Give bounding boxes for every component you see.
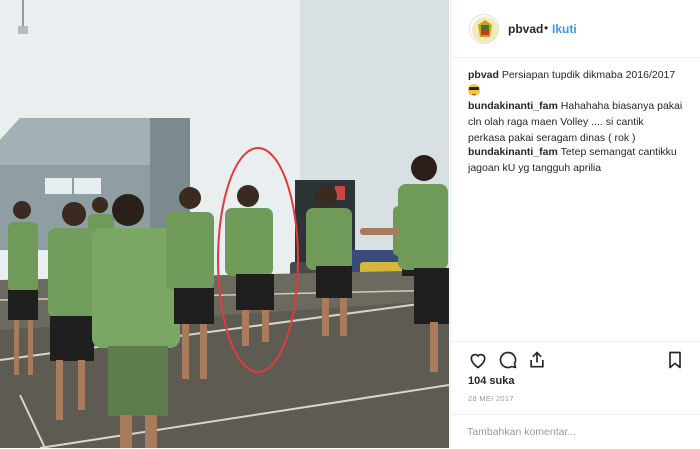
comment-username[interactable]: bundakinanti_fam <box>468 100 558 112</box>
post-username[interactable]: pbvad <box>508 22 543 36</box>
emblem-icon[interactable] <box>469 14 499 44</box>
comment-item: bundakinanti_fam Tetep semangat cantikku… <box>468 144 683 176</box>
heart-icon[interactable] <box>468 350 488 370</box>
post-photo[interactable] <box>0 0 449 448</box>
comment-text: Persiapan tupdik dikmaba 2016/2017 <box>501 69 676 81</box>
post-date[interactable]: 28 MEI 2017 <box>468 394 514 403</box>
separator-dot: • <box>544 21 549 35</box>
sunglasses-emoji <box>468 84 480 96</box>
comment-item: bundakinanti_fam Hahahaha biasanya pakai… <box>468 98 683 146</box>
comment-username[interactable]: pbvad <box>468 69 499 81</box>
photo-scene <box>0 0 449 448</box>
add-comment-bar <box>451 414 700 449</box>
share-icon[interactable] <box>527 350 547 370</box>
caption: pbvad Persiapan tupdik dikmaba 2016/2017 <box>468 67 683 99</box>
post-actions: 104 suka 28 MEI 2017 <box>451 341 700 448</box>
likes-count[interactable]: 104 suka <box>468 375 514 387</box>
post-side-panel: pbvad • Ikuti pbvad Persiapan tupdik dik… <box>450 0 700 448</box>
follow-button[interactable]: Ikuti <box>552 22 577 36</box>
bookmark-icon[interactable] <box>665 350 685 370</box>
comments-list: pbvad Persiapan tupdik dikmaba 2016/2017… <box>451 58 700 341</box>
comment-input[interactable] <box>467 423 667 441</box>
comment-bubble-icon[interactable] <box>498 350 518 370</box>
post-header: pbvad • Ikuti <box>451 0 700 58</box>
comment-username[interactable]: bundakinanti_fam <box>468 146 558 158</box>
